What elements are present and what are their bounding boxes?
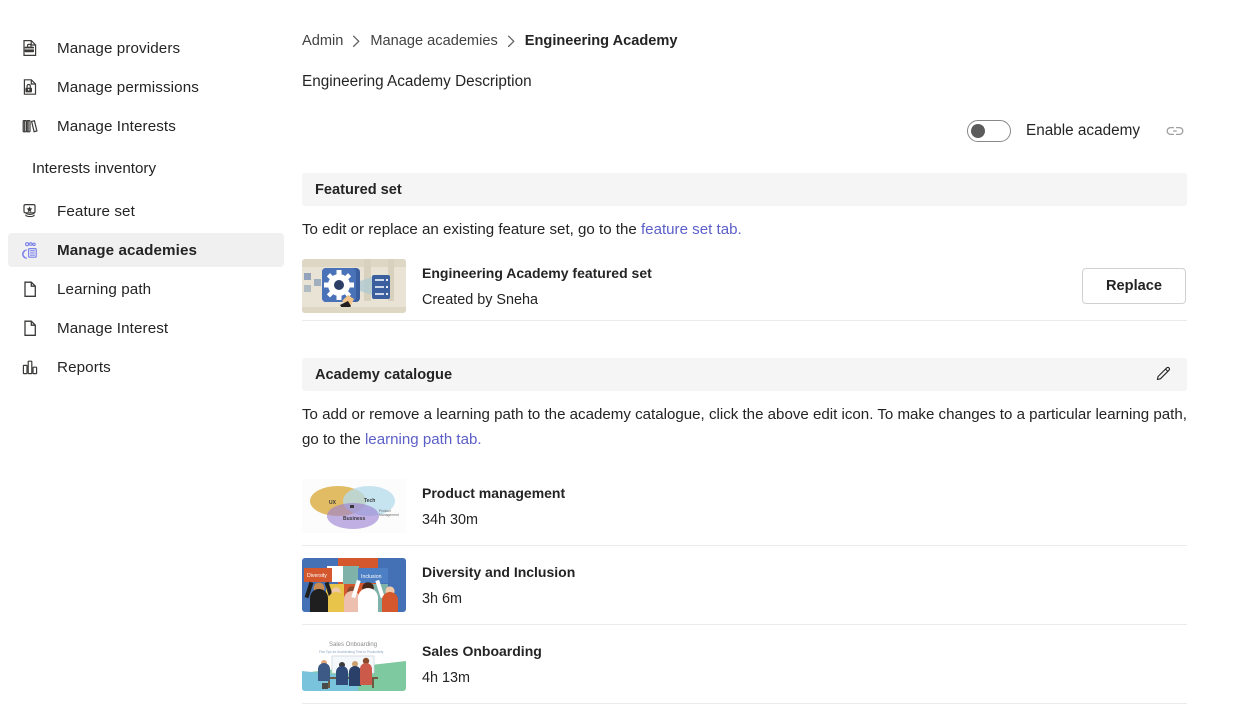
- sidebar-item-reports[interactable]: Reports: [8, 350, 284, 384]
- learning-path-duration: 3h 6m: [422, 590, 575, 608]
- sidebar-item-label: Manage Interest: [57, 320, 168, 337]
- sidebar-item-label: Interests inventory: [32, 160, 156, 177]
- venn-diagram-illustration: UX Tech Business Product Management: [302, 479, 406, 533]
- learning-path-name: Diversity and Inclusion: [422, 563, 575, 582]
- featured-set-help-text: To edit or replace an existing feature s…: [302, 221, 641, 238]
- breadcrumb-item-manage-academies[interactable]: Manage academies: [370, 33, 497, 49]
- svg-text:Five Tips for Accelerating Tim: Five Tips for Accelerating Time to Produ…: [319, 650, 384, 654]
- featured-set-header: Featured set: [302, 173, 1187, 206]
- app-root: Manage providers Manage permissions: [0, 0, 1241, 721]
- main-content: Admin Manage academies Engineering Acade…: [292, 0, 1241, 721]
- academy-catalogue-header: Academy catalogue: [302, 358, 1187, 391]
- featured-set-name: Engineering Academy featured set: [422, 264, 652, 283]
- svg-text:Inclusion: Inclusion: [361, 574, 382, 580]
- academy-catalogue-title: Academy catalogue: [315, 367, 452, 383]
- replace-button[interactable]: Replace: [1082, 268, 1186, 304]
- sidebar-item-label: Manage permissions: [57, 79, 199, 96]
- sidebar-item-interests-inventory[interactable]: Interests inventory: [8, 151, 284, 185]
- academy-catalogue-help: To add or remove a learning path to the …: [302, 402, 1187, 452]
- sidebar-item-label: Reports: [57, 359, 111, 376]
- learning-path-meta: Product management 34h 30m: [422, 484, 565, 529]
- sidebar: Manage providers Manage permissions: [0, 0, 292, 721]
- sidebar-item-manage-interest[interactable]: Manage Interest: [8, 311, 284, 345]
- diversity-people-illustration: Diversity Inclusion: [302, 558, 406, 612]
- books-icon: [19, 115, 41, 137]
- link-chain-icon[interactable]: [1165, 124, 1185, 138]
- bar-chart-icon: [19, 356, 41, 378]
- star-stack-icon: [19, 200, 41, 222]
- chevron-right-icon: [352, 35, 361, 48]
- sidebar-item-label: Manage Interests: [57, 118, 176, 135]
- learning-path-meta: Diversity and Inclusion 3h 6m: [422, 563, 575, 608]
- feature-set-tab-link[interactable]: feature set tab.: [641, 221, 742, 238]
- breadcrumb: Admin Manage academies Engineering Acade…: [302, 33, 678, 49]
- toggle-knob: [971, 124, 985, 138]
- page-description: Engineering Academy Description: [302, 73, 532, 91]
- sidebar-item-label: Manage providers: [57, 40, 180, 57]
- learning-path-meta: Sales Onboarding 4h 13m: [422, 642, 542, 687]
- gear-server-illustration: [302, 259, 406, 313]
- breadcrumb-item-admin[interactable]: Admin: [302, 33, 343, 49]
- featured-set-title: Featured set: [315, 182, 402, 198]
- sidebar-item-manage-permissions[interactable]: Manage permissions: [8, 70, 284, 104]
- sidebar-item-label: Manage academies: [57, 242, 197, 259]
- document-lock-icon: [19, 76, 41, 98]
- table-row[interactable]: Diversity Inclusion: [302, 546, 1187, 625]
- breadcrumb-item-current: Engineering Academy: [525, 33, 678, 49]
- enable-academy-row: Enable academy: [967, 120, 1185, 142]
- pencil-edit-icon[interactable]: [1152, 364, 1174, 386]
- page-icon: [19, 278, 41, 300]
- sidebar-item-label: Feature set: [57, 203, 135, 220]
- sidebar-item-manage-academies[interactable]: Manage academies: [8, 233, 284, 267]
- document-briefcase-icon: [19, 37, 41, 59]
- learning-path-duration: 34h 30m: [422, 511, 565, 529]
- learning-path-duration: 4h 13m: [422, 669, 542, 687]
- svg-text:Sales Onboarding: Sales Onboarding: [329, 642, 377, 648]
- enable-academy-toggle[interactable]: [967, 120, 1011, 142]
- chevron-right-icon: [507, 35, 516, 48]
- sidebar-item-learning-path[interactable]: Learning path: [8, 272, 284, 306]
- learning-path-name: Product management: [422, 484, 565, 503]
- sales-onboarding-illustration: Sales Onboarding Five Tips for Accelerat…: [302, 637, 406, 691]
- page-icon: [19, 317, 41, 339]
- featured-set-author: Created by Sneha: [422, 291, 652, 309]
- featured-set-help: To edit or replace an existing feature s…: [302, 217, 1187, 242]
- sidebar-item-manage-interests[interactable]: Manage Interests: [8, 109, 284, 143]
- sidebar-item-feature-set[interactable]: Feature set: [8, 194, 284, 228]
- svg-text:Management: Management: [379, 513, 399, 517]
- svg-text:Business: Business: [343, 516, 365, 522]
- svg-text:Diversity: Diversity: [307, 573, 327, 579]
- svg-text:Tech: Tech: [364, 498, 375, 504]
- table-row[interactable]: UX Tech Business Product Management Prod…: [302, 467, 1187, 546]
- featured-set-meta: Engineering Academy featured set Created…: [422, 264, 652, 309]
- featured-set-row: Engineering Academy featured set Created…: [302, 252, 1187, 321]
- svg-text:UX: UX: [329, 500, 337, 506]
- table-row[interactable]: Sales Onboarding Five Tips for Accelerat…: [302, 625, 1187, 704]
- learning-path-name: Sales Onboarding: [422, 642, 542, 661]
- sidebar-item-manage-providers[interactable]: Manage providers: [8, 31, 284, 65]
- sidebar-item-label: Learning path: [57, 281, 151, 298]
- people-group-icon: [19, 239, 41, 261]
- learning-path-tab-link[interactable]: learning path tab.: [365, 431, 482, 448]
- enable-academy-label: Enable academy: [1026, 122, 1140, 140]
